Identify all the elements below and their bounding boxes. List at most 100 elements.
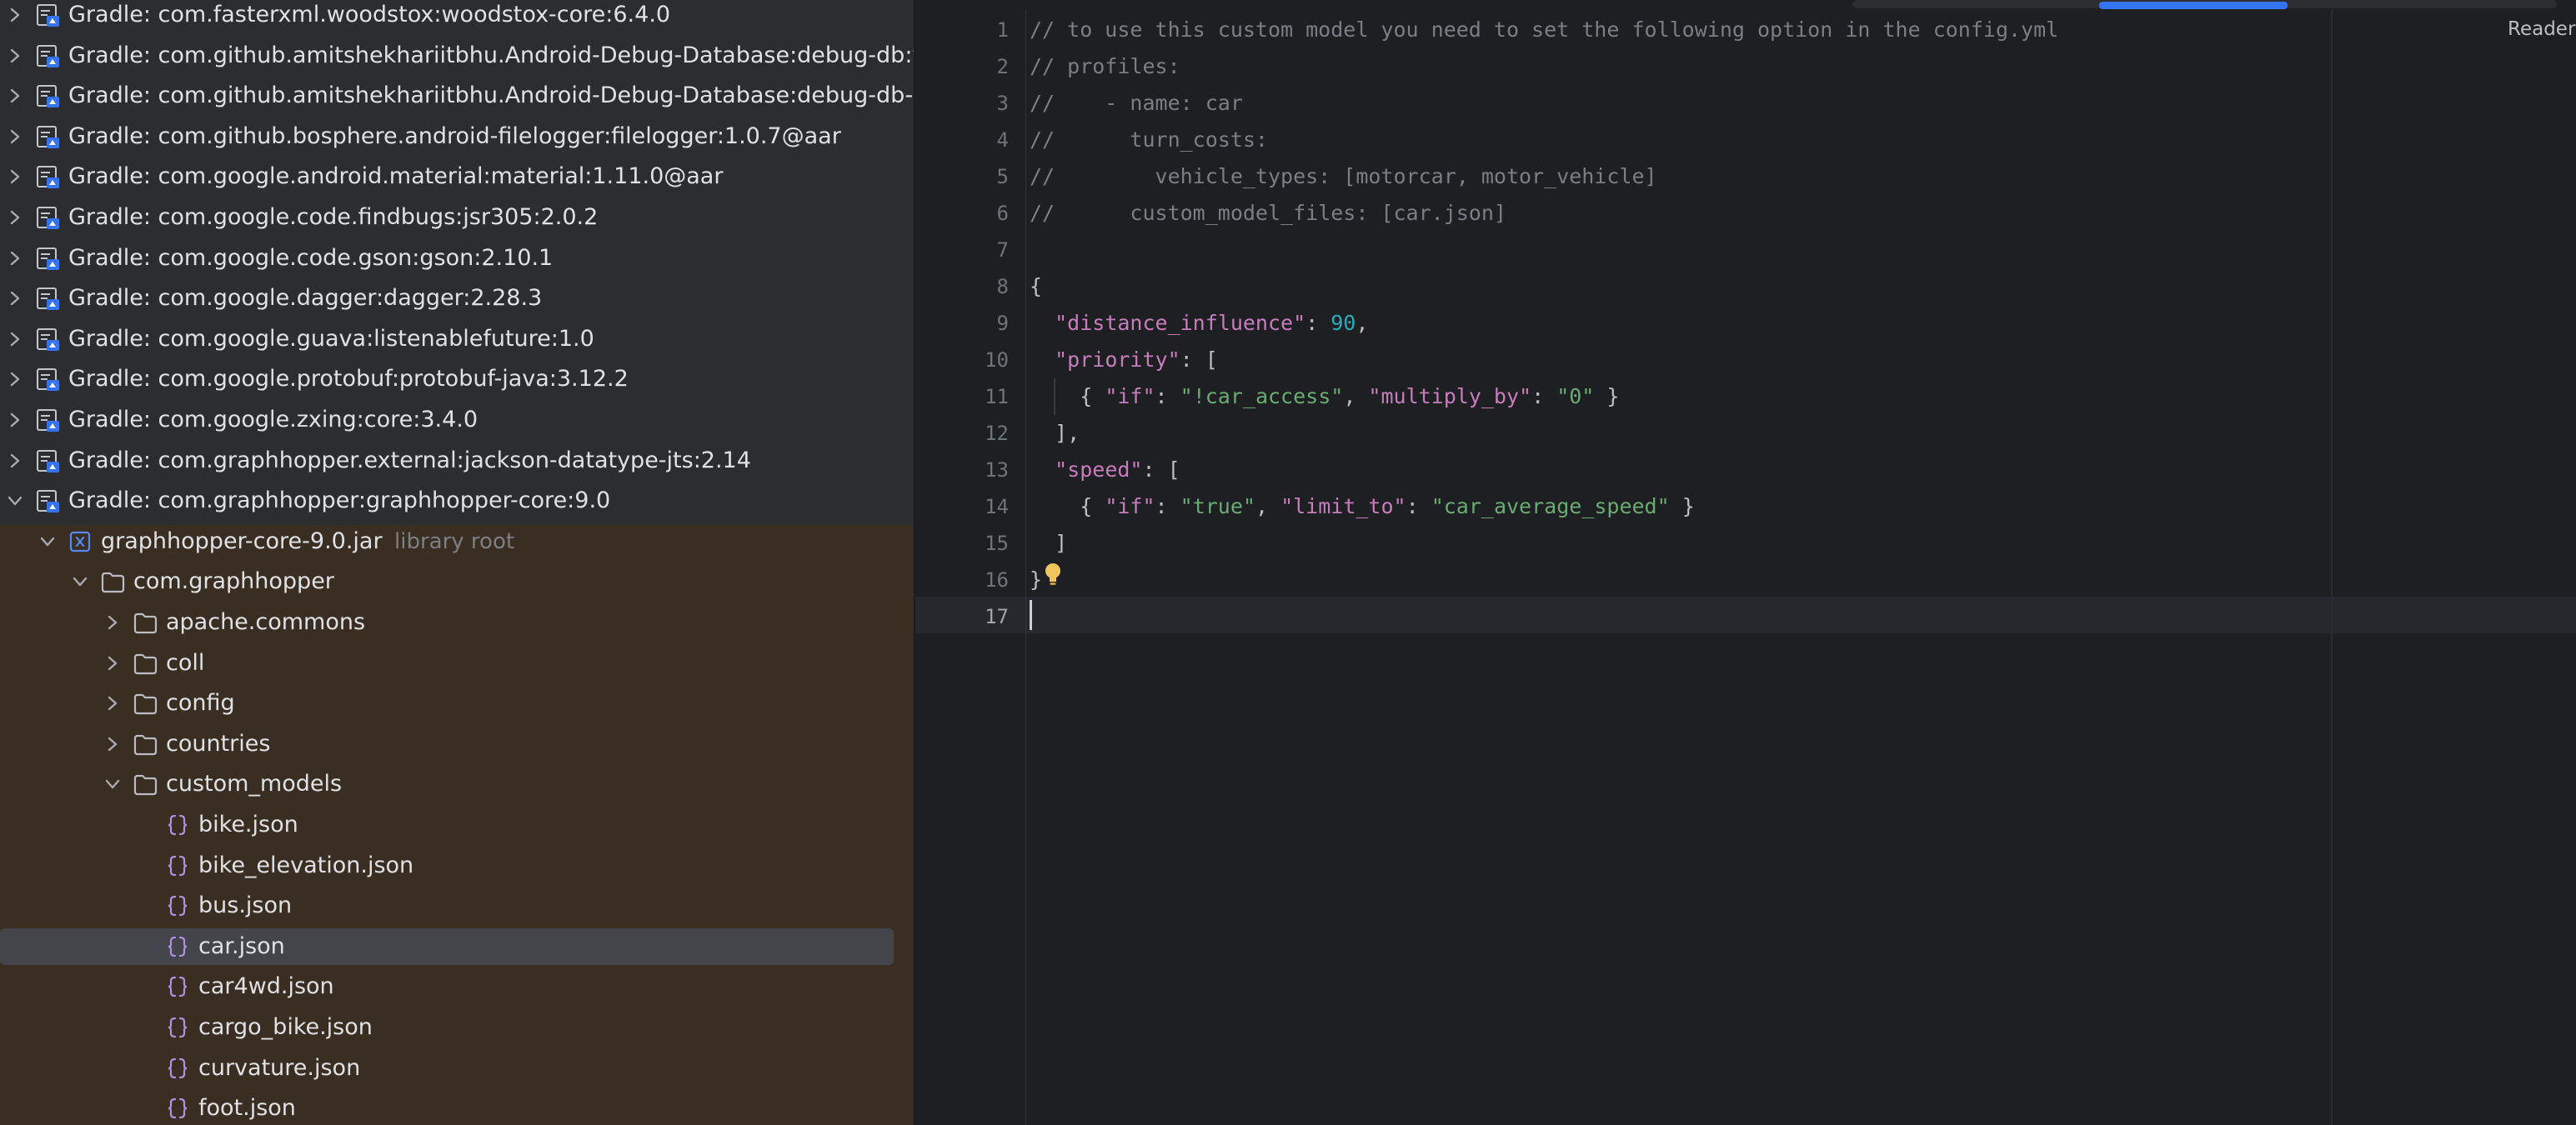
tree-item-gradle[interactable]: Gradle: com.google.code.gson:gson:2.10.1 (0, 238, 914, 278)
tree-item-label: Gradle: com.graphhopper:graphhopper-core… (68, 488, 611, 514)
tree-item-label: Gradle: com.fasterxml.woodstox:woodstox-… (68, 2, 671, 28)
line-number[interactable]: 10 (915, 342, 1009, 378)
code-line[interactable]: ], (1030, 415, 1080, 452)
gradle-library-icon (37, 288, 59, 311)
chevron-right-icon[interactable] (101, 732, 124, 756)
line-number[interactable]: 3 (915, 85, 1009, 122)
tree-item-label: coll (166, 649, 205, 676)
chevron-right-icon[interactable] (3, 328, 27, 351)
tree-item-gradle[interactable]: Gradle: com.google.zxing:core:3.4.0 (0, 400, 914, 440)
tree-item-json[interactable]: bike.json (0, 805, 914, 845)
code-line[interactable]: // - name: car (1030, 85, 1243, 122)
line-number[interactable]: 16 (915, 562, 1009, 598)
code-line[interactable]: { "if": "!car_access", "multiply_by": "0… (1030, 378, 1619, 415)
tree-item-json[interactable]: car4wd.json (0, 967, 914, 1007)
tree-item-gradle[interactable]: Gradle: com.github.amitshekhariitbhu.And… (0, 76, 914, 116)
tree-item-json[interactable]: bus.json (0, 886, 914, 926)
chevron-right-icon[interactable] (3, 44, 27, 68)
chevron-right-icon[interactable] (101, 692, 124, 715)
code-editor[interactable]: Reader 1 2 3 4 5 6 7 8 9 10 11 12 13 14 15 16 17 // to u… (915, 0, 2576, 1125)
code-line[interactable]: { "if": "true", "limit_to": "car_average… (1030, 488, 1695, 525)
code-line[interactable]: "speed": [ (1030, 452, 1180, 488)
tree-item-jar[interactable]: graphhopper-core-9.0.jar library root (0, 522, 914, 562)
chevron-down-icon[interactable] (101, 772, 124, 796)
chevron-right-icon[interactable] (3, 165, 27, 188)
chevron-right-icon[interactable] (3, 368, 27, 391)
tree-item-gradle[interactable]: Gradle: com.github.amitshekhariitbhu.And… (0, 36, 914, 76)
line-number[interactable]: 9 (915, 305, 1009, 342)
json-key: "limit_to" (1280, 494, 1406, 518)
line-number[interactable]: 2 (915, 48, 1009, 85)
tree-item-gradle[interactable]: Gradle: com.graphhopper.external:jackson… (0, 441, 914, 481)
chevron-right-icon[interactable] (3, 84, 27, 108)
horizontal-scrollbar-thumb[interactable] (2099, 2, 2288, 9)
json-file-icon (168, 977, 188, 998)
reader-mode-toggle[interactable]: Reader (2508, 18, 2575, 40)
tree-item-gradle[interactable]: Gradle: com.google.protobuf:protobuf-jav… (0, 359, 914, 399)
code-line[interactable]: } (1030, 562, 1042, 598)
chevron-right-icon[interactable] (3, 287, 27, 310)
tree-item-gradle[interactable]: Gradle: com.graphhopper:graphhopper-core… (0, 481, 914, 521)
line-number[interactable]: 17 (915, 598, 1009, 635)
tree-item-json[interactable]: car.json (0, 927, 914, 967)
tree-item-gradle[interactable]: Gradle: com.google.android.material:mate… (0, 157, 914, 197)
code-line[interactable]: ] (1030, 525, 1067, 562)
line-number[interactable]: 11 (915, 378, 1009, 415)
line-number[interactable]: 1 (915, 12, 1009, 48)
tree-item-gradle[interactable]: Gradle: com.fasterxml.woodstox:woodstox-… (0, 0, 914, 35)
chevron-right-icon[interactable] (3, 3, 27, 27)
line-number[interactable]: 6 (915, 195, 1009, 232)
json-file-icon (168, 1098, 188, 1119)
tree-item-folder[interactable]: apache.commons (0, 602, 914, 642)
chevron-right-icon[interactable] (3, 247, 27, 270)
lightbulb-icon[interactable] (1043, 562, 1063, 587)
tree-item-gradle[interactable]: Gradle: com.google.guava:listenablefutur… (0, 319, 914, 359)
tree-item-label: Gradle: com.google.zxing:core:3.4.0 (68, 407, 479, 432)
chevron-right-icon[interactable] (3, 408, 27, 432)
code-line[interactable]: { (1030, 268, 1042, 305)
json-key: "if" (1105, 384, 1155, 408)
code-line[interactable]: "distance_influence": 90, (1030, 305, 1368, 342)
tree-item-label: foot.json (198, 1095, 296, 1122)
line-number[interactable]: 7 (915, 232, 1009, 268)
line-number[interactable]: 5 (915, 158, 1009, 195)
code-line[interactable]: // profiles: (1030, 48, 1180, 85)
code-line[interactable]: // vehicle_types: [motorcar, motor_vehic… (1030, 158, 1657, 195)
chevron-right-icon[interactable] (3, 125, 27, 148)
tree-item-json[interactable]: cargo_bike.json (0, 1008, 914, 1048)
code-line[interactable]: "priority": [ (1030, 342, 1218, 378)
tree-item-folder[interactable]: custom_models (0, 764, 914, 804)
tree-item-folder[interactable]: com.graphhopper (0, 562, 914, 602)
line-number[interactable]: 14 (915, 488, 1009, 525)
tree-item-folder[interactable]: coll (0, 643, 914, 683)
line-number[interactable]: 12 (915, 415, 1009, 452)
code-line[interactable]: // turn_costs: (1030, 122, 1268, 158)
tree-item-json[interactable]: bike_elevation.json (0, 846, 914, 886)
chevron-down-icon[interactable] (36, 530, 59, 553)
tree-item-folder[interactable]: countries (0, 724, 914, 764)
json-string: "0" (1556, 384, 1595, 408)
code-punctuation: : (1306, 311, 1331, 335)
line-number[interactable]: 4 (915, 122, 1009, 158)
chevron-right-icon[interactable] (3, 206, 27, 229)
tree-item-gradle[interactable]: Gradle: com.github.bosphere.android-file… (0, 117, 914, 157)
code-line[interactable]: // to use this custom model you need to … (1030, 12, 2058, 48)
line-number[interactable]: 13 (915, 452, 1009, 488)
tree-item-gradle[interactable]: Gradle: com.google.dagger:dagger:2.28.3 (0, 278, 914, 318)
chevron-down-icon[interactable] (3, 489, 27, 512)
tree-item-json[interactable]: curvature.json (0, 1048, 914, 1088)
chevron-right-icon[interactable] (101, 652, 124, 675)
json-number: 90 (1331, 311, 1356, 335)
tree-item-gradle[interactable]: Gradle: com.google.code.findbugs:jsr305:… (0, 198, 914, 238)
tree-item-json[interactable]: foot.json (0, 1088, 914, 1125)
line-number[interactable]: 15 (915, 525, 1009, 562)
chevron-right-icon[interactable] (3, 449, 27, 472)
chevron-right-icon[interactable] (101, 611, 124, 634)
code-comment: // turn_costs: (1030, 128, 1268, 152)
tree-item-folder[interactable]: config (0, 683, 914, 723)
line-number[interactable]: 8 (915, 268, 1009, 305)
chevron-down-icon[interactable] (68, 570, 92, 593)
code-line[interactable]: // custom_model_files: [car.json] (1030, 195, 1506, 232)
tree-item-label: Gradle: com.google.code.gson:gson:2.10.1 (68, 244, 554, 271)
gradle-library-icon (37, 449, 59, 472)
